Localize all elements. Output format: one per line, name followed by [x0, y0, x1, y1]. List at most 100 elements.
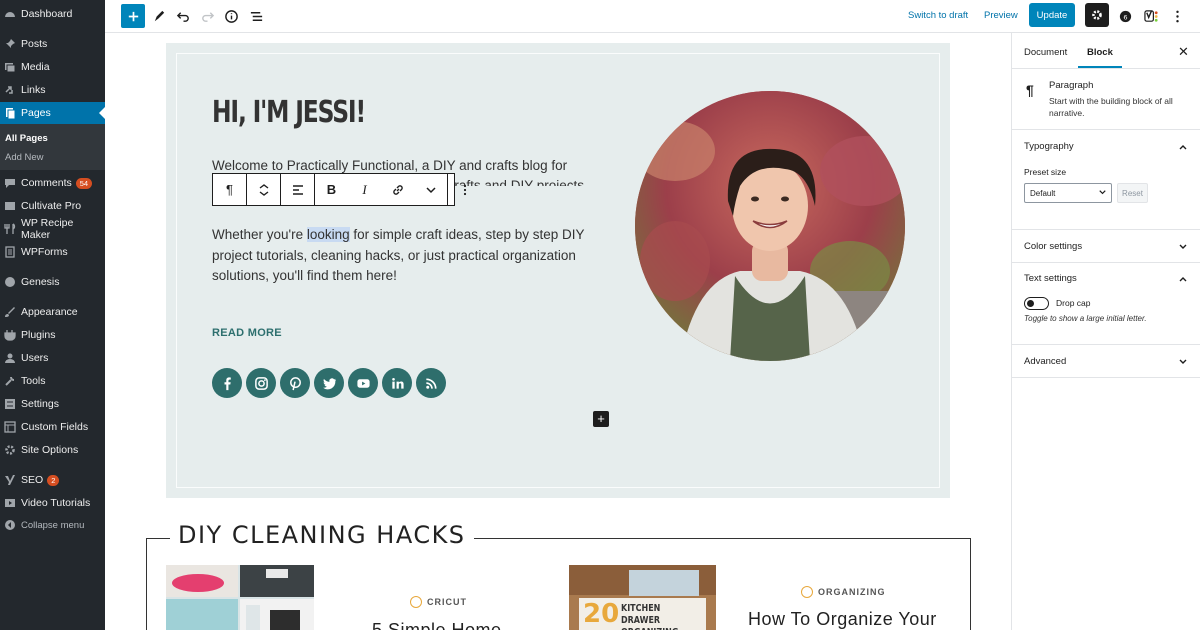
redo-button[interactable]	[195, 4, 219, 28]
sidebar-item-label: Posts	[21, 38, 48, 50]
sidebar-item-settings[interactable]: Settings	[0, 393, 105, 415]
tools-button[interactable]	[147, 4, 171, 28]
plus-icon	[128, 11, 138, 21]
undo-button[interactable]	[171, 4, 195, 28]
sidebar-item-custom-fields[interactable]: Custom Fields	[0, 416, 105, 438]
sidebar-item-posts[interactable]: Posts	[0, 33, 105, 55]
preview-link[interactable]: Preview	[984, 10, 1018, 21]
chevron-down-icon[interactable]	[1177, 240, 1189, 252]
chevron-down-icon[interactable]	[1177, 355, 1189, 367]
link-icon	[392, 184, 403, 195]
sidebar-item-video-tutorials[interactable]: Video Tutorials	[0, 492, 105, 514]
yoast-seo-button[interactable]	[1139, 4, 1163, 28]
post-thumbnail-kitchen-drawer[interactable]: 20 KITCHEN DRAWER ORGANIZING IDEAS	[569, 565, 716, 630]
append-block-button[interactable]: +	[593, 411, 609, 427]
sidebar-item-users[interactable]: Users	[0, 347, 105, 369]
switch-to-draft-link[interactable]: Switch to draft	[908, 10, 968, 21]
color-settings-panel-toggle[interactable]: Color settings	[1024, 241, 1082, 252]
sidebar-item-label: Appearance	[21, 306, 78, 318]
sidebar-item-links[interactable]: Links	[0, 79, 105, 101]
sidebar-item-label: Settings	[21, 398, 59, 410]
sidebar-item-label: Plugins	[21, 329, 56, 341]
post-category-organizing[interactable]: ORGANIZING	[801, 586, 886, 598]
post-title-2[interactable]: How To Organize Your	[748, 609, 937, 630]
tab-block[interactable]: Block	[1087, 47, 1113, 58]
pinterest-icon[interactable]	[280, 368, 310, 398]
youtube-icon[interactable]	[348, 368, 378, 398]
category-icon	[410, 596, 422, 608]
sidebar-item-dashboard[interactable]: Dashboard	[0, 3, 105, 25]
profile-photo[interactable]	[635, 91, 905, 361]
twitter-icon[interactable]	[314, 368, 344, 398]
change-block-type-button[interactable]: ¶	[213, 174, 246, 205]
reset-font-size-button[interactable]: Reset	[1117, 183, 1148, 203]
align-text-button[interactable]	[281, 174, 314, 205]
bold-icon: B	[326, 182, 337, 197]
hero-paragraph-selected[interactable]: Whether you're looking for simple craft …	[212, 225, 592, 287]
more-rich-text-button[interactable]	[414, 174, 447, 205]
hero-heading[interactable]: HI, I'M JESSI!	[212, 95, 366, 130]
sidebar-item-wpforms[interactable]: WPForms	[0, 241, 105, 263]
update-button[interactable]: Update	[1029, 3, 1075, 27]
chevron-up-icon[interactable]	[1177, 140, 1189, 152]
text-settings-panel-toggle[interactable]: Text settings	[1024, 273, 1077, 284]
sidebar-item-tools[interactable]: Tools	[0, 370, 105, 392]
yoast-icon	[1143, 9, 1158, 22]
linkedin-icon[interactable]	[382, 368, 412, 398]
sidebar-item-genesis[interactable]: Genesis	[0, 271, 105, 293]
move-block-button[interactable]	[247, 174, 280, 205]
italic-button[interactable]: I	[348, 174, 381, 205]
plugin-button[interactable]: 6	[1113, 4, 1137, 28]
sidebar-item-wp-recipe-maker[interactable]: WP Recipe Maker	[0, 217, 105, 241]
post-title-1[interactable]: 5 Simple Home	[372, 620, 502, 630]
preset-size-select[interactable]: Default	[1024, 183, 1112, 203]
add-block-button[interactable]	[121, 4, 145, 28]
tab-document[interactable]: Document	[1024, 47, 1067, 58]
drop-cap-label: Drop cap	[1056, 298, 1091, 308]
divider	[1012, 68, 1200, 69]
more-options-button[interactable]	[1165, 4, 1189, 28]
submenu-add-new[interactable]: Add New	[5, 152, 44, 163]
sidebar-item-plugins[interactable]: Plugins	[0, 324, 105, 346]
sidebar-item-label: WPForms	[21, 246, 68, 258]
submenu-all-pages[interactable]: All Pages	[5, 133, 48, 144]
sidebar-item-seo[interactable]: SEO 2	[0, 469, 105, 491]
link-button[interactable]	[381, 174, 414, 205]
more-vertical-icon	[463, 184, 466, 195]
read-more-link[interactable]: READ MORE	[212, 327, 282, 339]
sidebar-item-label: Site Options	[21, 444, 79, 456]
drop-cap-toggle[interactable]	[1024, 297, 1049, 310]
chevron-up-icon[interactable]	[1177, 272, 1189, 284]
settings-toggle-button[interactable]	[1085, 3, 1109, 27]
rss-icon[interactable]	[416, 368, 446, 398]
collapse-menu-button[interactable]: Collapse menu	[0, 514, 105, 536]
paragraph-icon: ¶	[226, 182, 233, 197]
sidebar-item-media[interactable]: Media	[0, 56, 105, 78]
hero-block[interactable]: HI, I'M JESSI! Welcome to Practically Fu…	[166, 43, 950, 498]
bold-button[interactable]: B	[315, 174, 348, 205]
thumb-number: 20	[583, 599, 620, 629]
toggle-knob	[1027, 299, 1034, 307]
dashboard-icon	[4, 8, 16, 20]
facebook-icon[interactable]	[212, 368, 242, 398]
post-category-label: ORGANIZING	[818, 587, 886, 597]
content-info-button[interactable]	[219, 4, 243, 28]
instagram-icon[interactable]	[246, 368, 276, 398]
sidebar-item-site-options[interactable]: Site Options	[0, 439, 105, 461]
post-category-cricut[interactable]: CRICUT	[410, 596, 467, 608]
list-view-icon	[250, 11, 262, 21]
sidebar-item-pages[interactable]: Pages	[0, 102, 105, 124]
advanced-panel-toggle[interactable]: Advanced	[1024, 356, 1066, 367]
close-sidebar-button[interactable]: ✕	[1178, 44, 1189, 60]
sidebar-item-label: Media	[21, 61, 50, 73]
sidebar-item-cultivate-pro[interactable]: Cultivate Pro	[0, 195, 105, 217]
post-thumbnail-cleaning[interactable]	[166, 565, 314, 630]
block-navigation-button[interactable]	[244, 4, 268, 28]
sidebar-item-label: Custom Fields	[21, 421, 89, 433]
sidebar-item-appearance[interactable]: Appearance	[0, 301, 105, 323]
block-options-button[interactable]	[448, 174, 481, 205]
sidebar-item-comments[interactable]: Comments 54	[0, 172, 105, 194]
typography-panel-toggle[interactable]: Typography	[1024, 141, 1074, 152]
section-heading[interactable]: DIY CLEANING HACKS	[170, 521, 474, 549]
social-links	[212, 368, 446, 398]
